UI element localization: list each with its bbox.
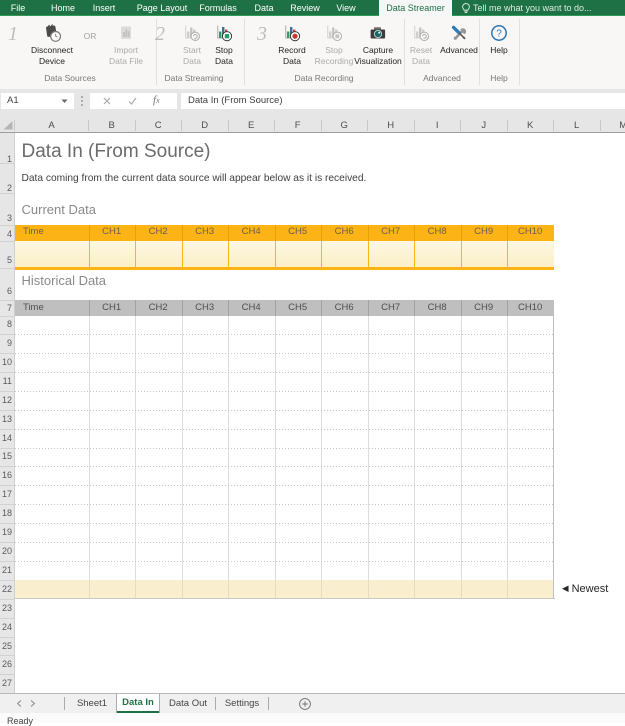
svg-text:?: ? [496, 29, 502, 40]
